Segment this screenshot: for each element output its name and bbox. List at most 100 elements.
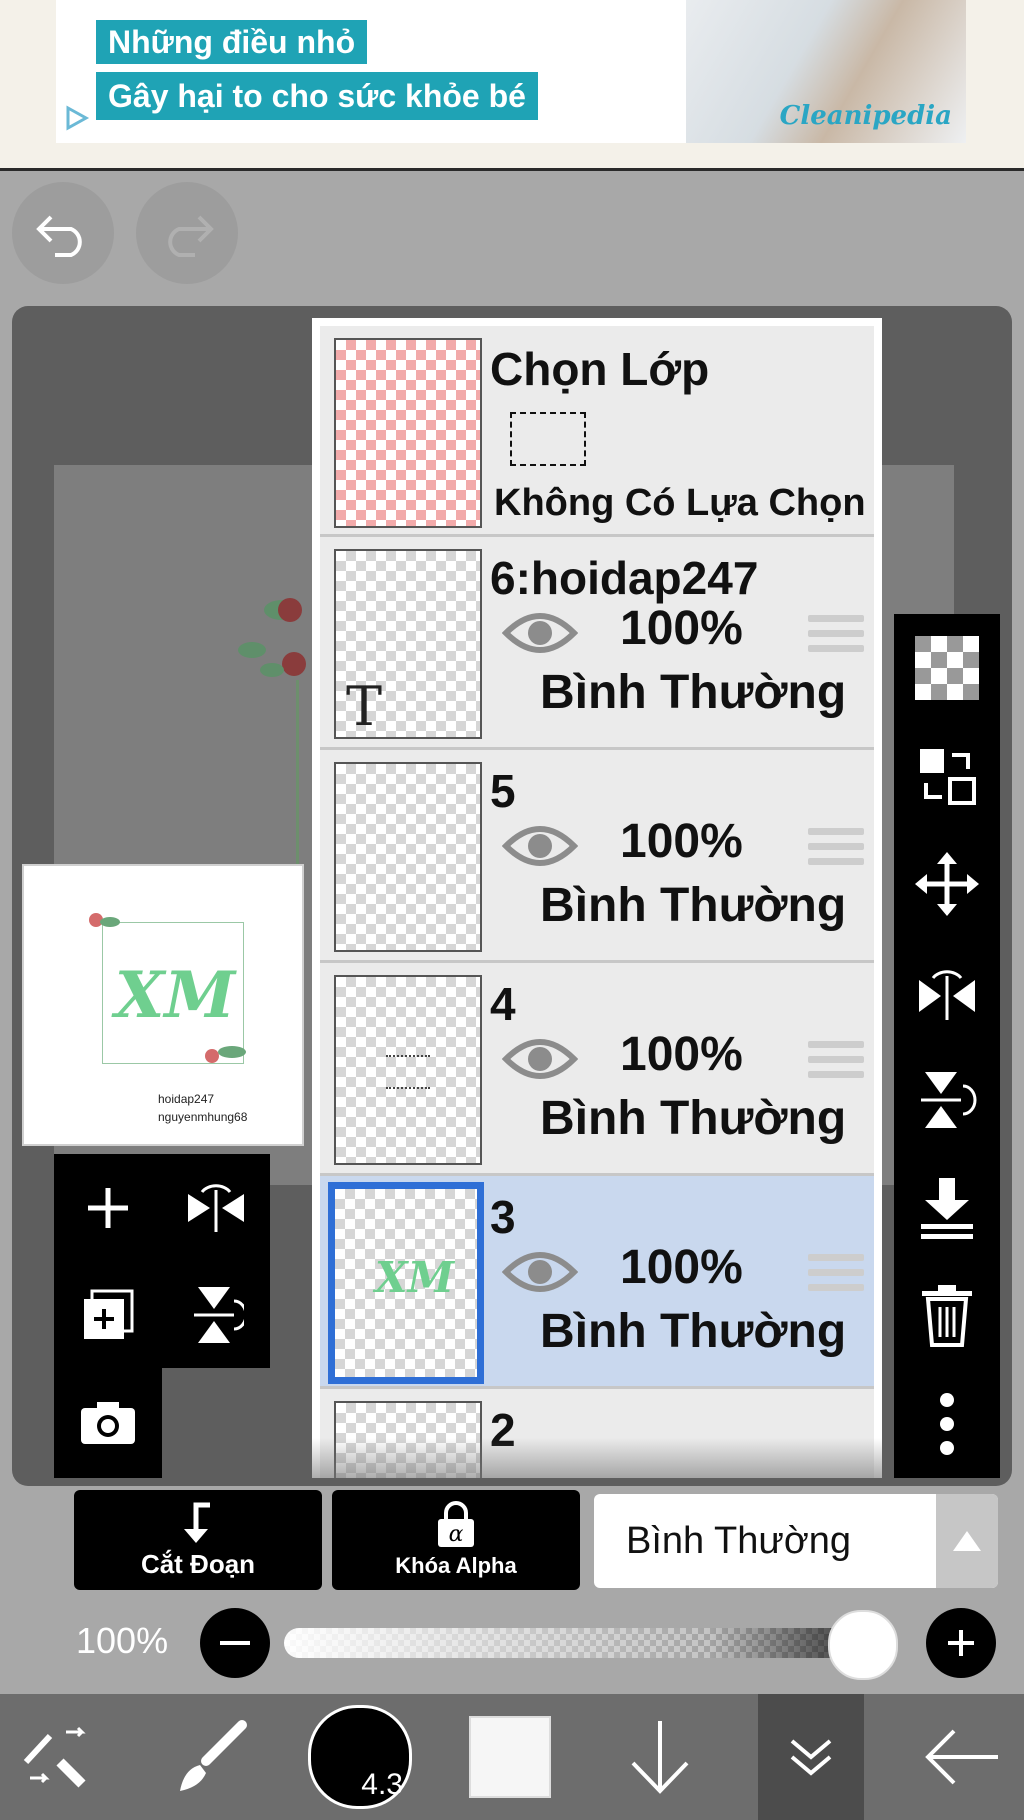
opacity-value-label: 100% [76,1620,169,1661]
flip-horizontal-icon [188,1183,244,1232]
svg-text:α: α [449,1522,464,1547]
layer-row-5[interactable]: 5 100% Bình Thường [320,750,874,963]
canvas-flower-stem [296,680,299,880]
layer-tools-panel [54,1154,270,1368]
clipping-label: Cắt Đoạn [140,1548,256,1579]
flip-vertical-icon [921,1072,977,1128]
visibility-eye-icon[interactable] [502,818,578,874]
layer-row-4[interactable]: 4 100% Bình Thường [320,963,874,1176]
back-button[interactable] [900,1694,1024,1820]
flip-vertical-button[interactable] [162,1261,270,1368]
layer-row-6[interactable]: T 6:hoidap247 100% Bình Thường [320,537,874,750]
color-swatch [469,1716,551,1798]
layer-thumbnail-art: XM [375,1253,455,1302]
ad-banner[interactable]: Những điều nhỏ Gây hại to cho sức khỏe b… [0,0,1024,171]
plus-icon [948,1630,974,1656]
layer-opacity: 100% [620,602,743,655]
layer-thumbnail [334,762,482,952]
move-button[interactable] [894,830,1000,938]
blend-mode-value: Bình Thường [626,1520,852,1562]
layer-opacity: 100% [620,815,743,868]
layer-opacity: 100% [620,1028,743,1081]
arrow-left-icon [925,1729,998,1785]
double-chevron-down-icon [790,1739,832,1776]
camera-button[interactable] [54,1368,162,1475]
opacity-slider-thumb[interactable] [828,1610,898,1680]
camera-tool-panel [54,1368,162,1478]
selection-layer-title: Chọn Lớp [490,343,710,395]
brush-size-button[interactable]: 4.3 [300,1694,420,1820]
preview-logo: XM [114,958,236,1033]
delete-layer-button[interactable] [894,1262,1000,1370]
visibility-eye-icon[interactable] [502,605,578,661]
color-button[interactable] [462,1694,558,1820]
layer-name: 3 [490,1191,516,1243]
ad-choices-icon[interactable] [62,104,90,132]
flip-horizontal-button[interactable] [162,1154,270,1261]
layer-thumbnail-art [386,1055,430,1089]
more-options-button[interactable] [894,1370,1000,1478]
layer-row-3[interactable]: XM 3 100% Bình Thường [320,1176,874,1389]
minus-icon [220,1641,250,1645]
undo-button[interactable] [12,182,114,284]
preview-flower-top [89,913,120,927]
merge-down-icon [921,1178,973,1239]
add-layer-button[interactable] [54,1154,162,1261]
layer-blend-mode: Bình Thường [540,666,847,719]
camera-icon [81,1401,135,1444]
ad-headline-2: Gây hại to cho sức khỏe bé [96,72,538,120]
ad-headline-1: Những điều nhỏ [96,20,368,64]
preview-caption-1: hoidap247 [158,1092,215,1106]
drag-handle-icon[interactable] [808,1254,864,1296]
layer-blend-mode: Bình Thường [540,879,847,932]
plus-icon [88,1187,128,1228]
tool-switch-button[interactable] [0,1694,120,1820]
drag-handle-icon[interactable] [808,1041,864,1083]
layer-thumbnail [334,975,482,1165]
flip-horizontal-tool[interactable] [894,938,1000,1046]
clipping-button[interactable]: Cắt Đoạn [74,1490,322,1590]
move-arrows-icon [915,852,979,916]
drag-handle-icon[interactable] [808,615,864,657]
ad-photo: Cleanipedia [686,0,966,143]
trash-icon [922,1285,972,1347]
more-vertical-icon [940,1393,954,1455]
flip-vertical-tool[interactable] [894,1046,1000,1154]
collapse-panel-button[interactable] [758,1694,864,1820]
alpha-lock-button[interactable]: α Khóa Alpha [332,1490,580,1590]
opacity-slider-track[interactable] [284,1628,894,1658]
selection-layer-row[interactable]: Chọn Lớp Không Có Lựa Chọn [320,326,874,537]
bottom-toolbar: 4.3 [0,1694,1024,1820]
brush-icon [180,1720,247,1791]
panel-scroll-fade [312,1438,882,1478]
duplicate-layer-button[interactable] [54,1261,162,1368]
navigator-preview[interactable]: XM hoidap247 nguyenmhung68 [22,864,304,1146]
alpha-lock-label: Khóa Alpha [395,1553,517,1578]
opacity-increase-button[interactable] [926,1608,996,1678]
text-layer-icon: T [346,675,383,738]
selection-marquee-icon [510,412,586,466]
preview-caption-2: nguyenmhung68 [158,1110,248,1124]
flip-horizontal-icon [919,970,975,1020]
opacity-decrease-button[interactable] [200,1608,270,1678]
clipping-arrow-icon [184,1502,210,1543]
brush-size-circle: 4.3 [308,1705,412,1809]
layer-thumbnail: XM [328,1182,484,1384]
transparency-button[interactable] [894,614,1000,722]
blend-mode-dropdown-button[interactable] [936,1494,998,1588]
visibility-eye-icon[interactable] [502,1031,578,1087]
layer-down-button[interactable] [610,1694,710,1820]
canvas-flower-art [238,598,306,677]
merge-down-button[interactable] [894,1154,1000,1262]
ad-card[interactable]: Những điều nhỏ Gây hại to cho sức khỏe b… [56,0,966,143]
redo-button[interactable] [136,182,238,284]
brush-size-value: 4.3 [361,1768,403,1801]
redo-icon [168,215,214,257]
duplicate-icon [84,1289,134,1339]
layer-name: 5 [490,765,516,817]
blend-mode-select[interactable]: Bình Thường [594,1494,998,1588]
brush-tool-button[interactable] [160,1694,260,1820]
visibility-eye-icon[interactable] [502,1244,578,1300]
swap-layer-button[interactable] [894,722,1000,830]
drag-handle-icon[interactable] [808,828,864,870]
